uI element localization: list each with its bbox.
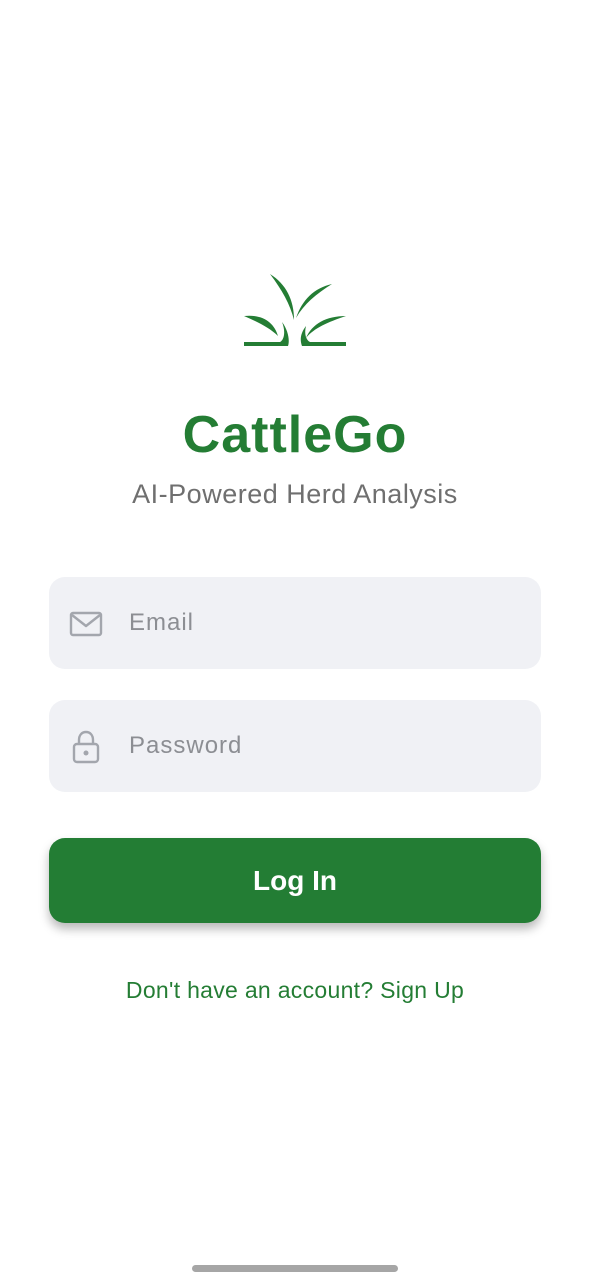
email-field[interactable] xyxy=(49,577,541,669)
login-button[interactable]: Log In xyxy=(49,838,541,923)
password-input[interactable] xyxy=(129,700,519,792)
app-subtitle: AI-Powered Herd Analysis xyxy=(132,479,458,509)
signup-link[interactable]: Don't have an account? Sign Up xyxy=(0,974,590,1006)
lock-icon xyxy=(72,730,100,764)
grass-logo-icon xyxy=(244,274,346,346)
email-input[interactable] xyxy=(129,577,519,669)
app-title: CattleGo xyxy=(182,406,408,464)
password-field[interactable] xyxy=(49,700,541,792)
home-indicator[interactable] xyxy=(192,1265,398,1272)
mail-icon xyxy=(69,611,103,637)
